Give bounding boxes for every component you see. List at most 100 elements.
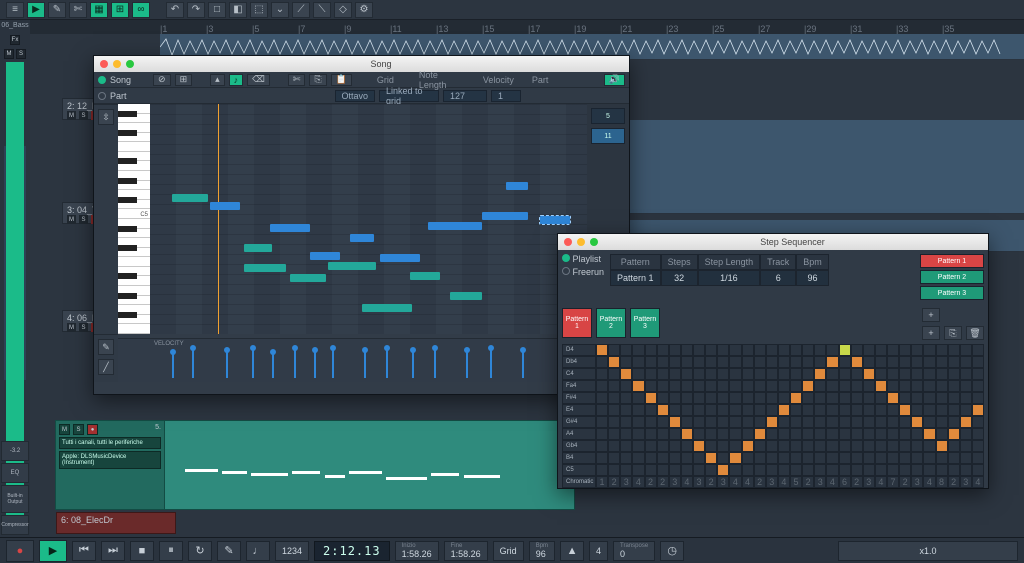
step-cell[interactable] — [875, 440, 887, 452]
step-row-label[interactable]: D4 — [562, 344, 596, 356]
step-cell[interactable] — [814, 416, 826, 428]
step-cell[interactable] — [729, 416, 741, 428]
pencil-tool-icon[interactable]: ✎ — [48, 2, 66, 18]
tool-j-icon[interactable]: ⚙ — [355, 2, 373, 18]
step-cell[interactable] — [839, 404, 851, 416]
pattern-slot[interactable]: Pattern 1 — [562, 308, 592, 338]
step-cell[interactable] — [729, 392, 741, 404]
loop-toggle-icon[interactable]: ∞ — [132, 2, 150, 18]
step-cell[interactable] — [972, 440, 984, 452]
step-cell[interactable] — [851, 428, 863, 440]
step-row-label[interactable]: C5 — [562, 464, 596, 476]
counter-display[interactable]: 1234 — [275, 541, 309, 561]
mode-freerun-radio[interactable] — [562, 267, 570, 275]
step-cell[interactable] — [899, 416, 911, 428]
step-cell[interactable] — [608, 428, 620, 440]
step-cell[interactable] — [790, 452, 802, 464]
step-cell[interactable] — [851, 440, 863, 452]
step-cell[interactable] — [948, 404, 960, 416]
step-cell[interactable] — [681, 428, 693, 440]
step-cell[interactable] — [632, 392, 644, 404]
step-cell[interactable] — [705, 416, 717, 428]
step-cell[interactable] — [657, 416, 669, 428]
transpose-field[interactable]: Transpose0 — [613, 541, 655, 561]
piano-roll-grid[interactable] — [150, 104, 587, 334]
step-cell[interactable] — [742, 368, 754, 380]
step-cell[interactable] — [778, 392, 790, 404]
step-cell[interactable] — [717, 380, 729, 392]
midi-region-instrument[interactable]: Apple: DLSMusicDevice (Instrument) — [59, 451, 161, 469]
step-cell[interactable] — [742, 452, 754, 464]
step-cell[interactable] — [899, 392, 911, 404]
step-cell[interactable] — [766, 404, 778, 416]
step-cell[interactable] — [608, 368, 620, 380]
add-icon[interactable]: + — [922, 326, 940, 340]
step-cell[interactable] — [693, 404, 705, 416]
step-cell[interactable] — [766, 368, 778, 380]
step-cell[interactable] — [960, 440, 972, 452]
step-cell[interactable] — [620, 368, 632, 380]
step-cell[interactable] — [948, 416, 960, 428]
step-cell[interactable] — [620, 452, 632, 464]
step-cell[interactable] — [766, 428, 778, 440]
step-cell[interactable] — [826, 356, 838, 368]
add-pattern-icon[interactable]: + — [922, 308, 940, 322]
step-cell[interactable] — [875, 356, 887, 368]
step-cell[interactable] — [875, 380, 887, 392]
mode-part-radio[interactable] — [98, 92, 106, 100]
draw-icon[interactable]: ✎ — [98, 339, 114, 355]
step-cell[interactable] — [632, 404, 644, 416]
step-cell[interactable] — [887, 404, 899, 416]
step-cell[interactable] — [657, 368, 669, 380]
step-cell[interactable] — [899, 368, 911, 380]
step-cell[interactable] — [754, 356, 766, 368]
step-cell[interactable] — [948, 452, 960, 464]
undo-icon[interactable]: ⊘ — [153, 74, 171, 86]
step-cell[interactable] — [972, 452, 984, 464]
pointer-tool-icon[interactable]: ▶ — [27, 2, 45, 18]
step-cell[interactable] — [754, 380, 766, 392]
step-cell[interactable] — [814, 356, 826, 368]
step-cell[interactable] — [863, 452, 875, 464]
step-cell[interactable] — [596, 392, 608, 404]
step-cell[interactable] — [863, 356, 875, 368]
step-cell[interactable] — [705, 404, 717, 416]
step-row-label[interactable]: A4 — [562, 428, 596, 440]
step-cell[interactable] — [911, 356, 923, 368]
step-cell[interactable] — [887, 344, 899, 356]
step-cell[interactable] — [972, 368, 984, 380]
step-cell[interactable] — [899, 452, 911, 464]
step-row-label[interactable]: B4 — [562, 452, 596, 464]
step-cell[interactable] — [899, 428, 911, 440]
step-cell[interactable] — [778, 368, 790, 380]
metronome-icon[interactable]: ✎ — [217, 541, 241, 561]
snap-toggle-icon[interactable]: ▦ — [90, 2, 108, 18]
step-cell[interactable] — [790, 344, 802, 356]
pattern-button[interactable]: Pattern 1 — [920, 254, 984, 268]
zoom-vert-icon[interactable]: ⇳ — [98, 109, 114, 125]
tempo-icon[interactable]: ♩ — [246, 541, 270, 561]
step-cell[interactable] — [851, 356, 863, 368]
step-cell[interactable] — [814, 380, 826, 392]
step-cell[interactable] — [596, 464, 608, 476]
step-cell[interactable] — [645, 404, 657, 416]
step-cell[interactable] — [766, 416, 778, 428]
step-cell[interactable] — [887, 380, 899, 392]
step-cell[interactable] — [754, 416, 766, 428]
tool-f-icon[interactable]: ⌄ — [271, 2, 289, 18]
step-cell[interactable] — [875, 452, 887, 464]
step-cell[interactable] — [754, 368, 766, 380]
step-cell[interactable] — [681, 368, 693, 380]
step-cell[interactable] — [814, 368, 826, 380]
step-cell[interactable] — [596, 344, 608, 356]
step-cell[interactable] — [645, 452, 657, 464]
step-cell[interactable] — [851, 452, 863, 464]
output-button[interactable]: Built-in Output — [1, 485, 29, 513]
timesig-field[interactable]: 4 — [589, 541, 608, 561]
stop-button[interactable]: ■ — [130, 541, 154, 561]
step-cell[interactable] — [657, 440, 669, 452]
step-cell[interactable] — [790, 368, 802, 380]
solo-button[interactable]: S — [16, 49, 26, 59]
redo-icon[interactable]: ⊞ — [175, 74, 193, 86]
step-cell[interactable] — [766, 344, 778, 356]
